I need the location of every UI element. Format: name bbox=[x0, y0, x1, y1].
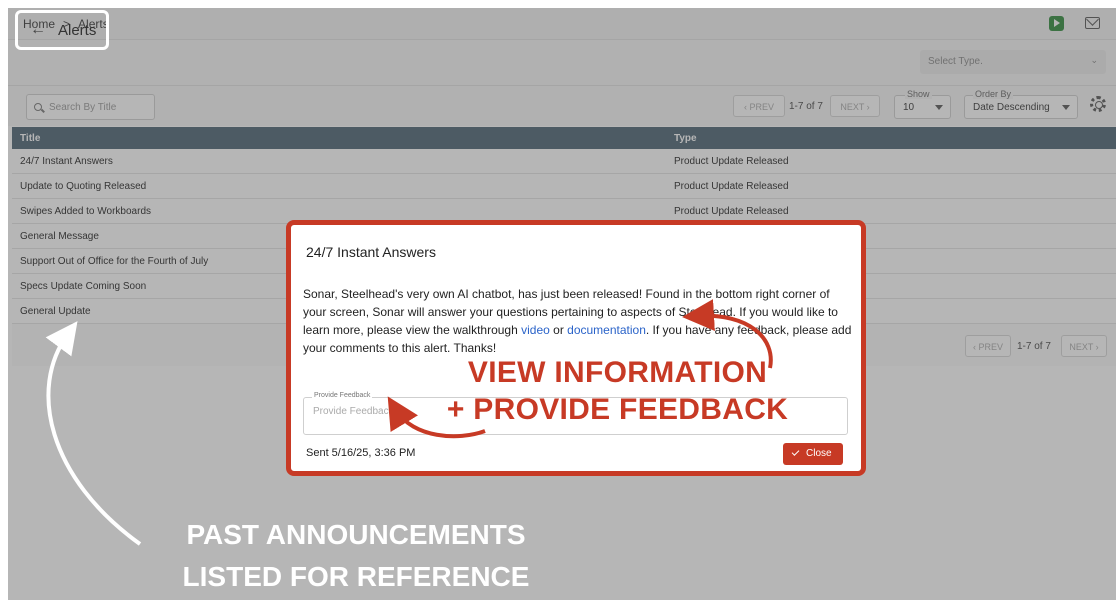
callout-view-info-line2: + PROVIDE FEEDBACK bbox=[446, 393, 789, 426]
callout-past-line1: PAST ANNOUNCEMENTS bbox=[186, 519, 526, 550]
modal-body-text-2: or bbox=[549, 323, 568, 337]
callout-view-info-line1: VIEW INFORMATION bbox=[467, 356, 768, 389]
alert-modal: 24/7 Instant Answers Sonar, Steelhead's … bbox=[286, 220, 866, 476]
callout-view-info: VIEW INFORMATION + PROVIDE FEEDBACK bbox=[445, 354, 790, 428]
back-button[interactable]: ← Alerts bbox=[15, 10, 109, 50]
video-link[interactable]: video bbox=[521, 323, 550, 337]
modal-title: 24/7 Instant Answers bbox=[306, 244, 436, 260]
documentation-link[interactable]: documentation bbox=[567, 323, 646, 337]
modal-body: Sonar, Steelhead's very own AI chatbot, … bbox=[303, 285, 853, 357]
app-frame: Home > Alerts Select Type. ⌄ Search By T… bbox=[8, 8, 1116, 600]
close-label: Close bbox=[806, 448, 832, 459]
page-title: Alerts bbox=[58, 21, 97, 39]
callout-past-line2: LISTED FOR REFERENCE bbox=[182, 561, 530, 592]
back-arrow-icon: ← bbox=[30, 21, 46, 38]
sent-timestamp: Sent 5/16/25, 3:36 PM bbox=[306, 447, 416, 459]
feedback-label: Provide Feedback bbox=[312, 392, 373, 399]
callout-past-announcements: PAST ANNOUNCEMENTS LISTED FOR REFERENCE bbox=[156, 514, 556, 598]
check-icon bbox=[791, 448, 800, 456]
close-button[interactable]: Close bbox=[783, 443, 843, 465]
feedback-placeholder: Provide Feedback... bbox=[313, 406, 402, 417]
